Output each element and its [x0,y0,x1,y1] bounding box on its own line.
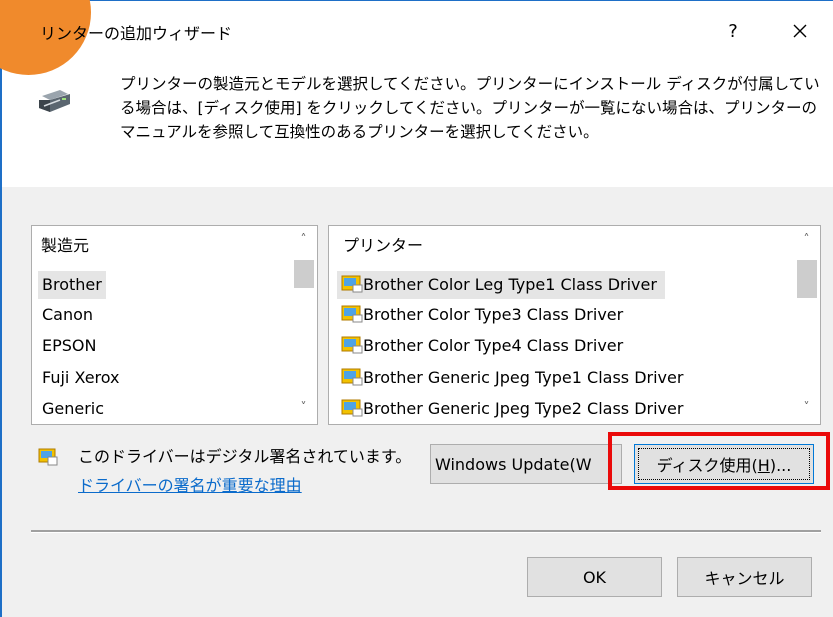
separator [31,530,821,533]
driver-icon [341,367,363,386]
list-item-label: Brother Generic Jpeg Type1 Class Driver [363,368,684,387]
driver-icon [341,304,363,323]
scroll-thumb[interactable] [797,260,817,298]
scroll-thumb[interactable] [294,260,314,288]
list-item[interactable]: Brother Color Type3 Class Driver [341,301,623,329]
printer-list[interactable]: プリンター Brother Color Leg Type1 Class Driv… [328,225,821,425]
list-item[interactable]: Brother Color Type4 Class Driver [341,332,623,360]
list-item[interactable]: Brother [38,271,106,299]
list-item-label: Brother Color Type3 Class Driver [363,305,624,324]
window-title: リンターの追加ウィザード [40,24,233,43]
windows-update-button[interactable]: Windows Update(W [430,444,622,484]
driver-icon [341,274,363,293]
window-border-top [0,0,833,1]
help-button[interactable]: ? [713,13,753,49]
list-item-label: Brother Generic Jpeg Type2 Class Driver [363,399,684,418]
list-item[interactable]: Brother Generic Jpeg Type1 Class Driver [341,364,683,392]
list-item[interactable]: Canon [42,301,93,329]
printer-scrollbar[interactable]: ˄ ˅ [793,226,820,424]
list-item[interactable]: Brother Generic Jpeg Type2 Class Driver [341,395,683,423]
list-item[interactable]: Generic [42,395,104,423]
manufacturer-list[interactable]: 製造元 Brother Canon EPSON Fuji Xerox Gener… [31,225,318,425]
printer-list-header: プリンター [343,236,424,255]
driver-icon [341,398,363,417]
windows-update-label: Windows Update(W [435,454,592,474]
scroll-down-icon[interactable]: ˅ [290,400,317,414]
close-icon [793,24,807,38]
signature-info-link[interactable]: ドライバーの署名が重要な理由 [78,472,302,496]
manufacturer-list-header: 製造元 [41,236,90,255]
list-item-label: Brother Color Type4 Class Driver [363,336,624,355]
manufacturer-scrollbar[interactable]: ˄ ˅ [290,226,317,424]
signature-status: このドライバーはデジタル署名されています。 [78,447,412,466]
ok-button[interactable]: OK [527,557,662,597]
instructions-text: プリンターの製造元とモデルを選択してください。プリンターにインストール ディスク… [120,75,820,141]
list-item[interactable]: Brother Color Leg Type1 Class Driver [337,271,665,299]
scroll-down-icon[interactable]: ˅ [793,400,820,414]
signed-driver-icon [38,448,58,466]
close-button[interactable] [778,13,822,49]
driver-icon [341,335,363,354]
list-item[interactable]: EPSON [42,332,96,360]
cancel-button[interactable]: キャンセル [677,557,812,597]
list-item-label: Brother Color Leg Type1 Class Driver [363,275,657,294]
scroll-up-icon[interactable]: ˄ [793,232,820,246]
printer-icon [39,90,70,112]
window-border [0,0,2,617]
highlight-box [608,432,830,490]
list-item[interactable]: Fuji Xerox [42,364,120,392]
scroll-up-icon[interactable]: ˄ [290,232,317,246]
